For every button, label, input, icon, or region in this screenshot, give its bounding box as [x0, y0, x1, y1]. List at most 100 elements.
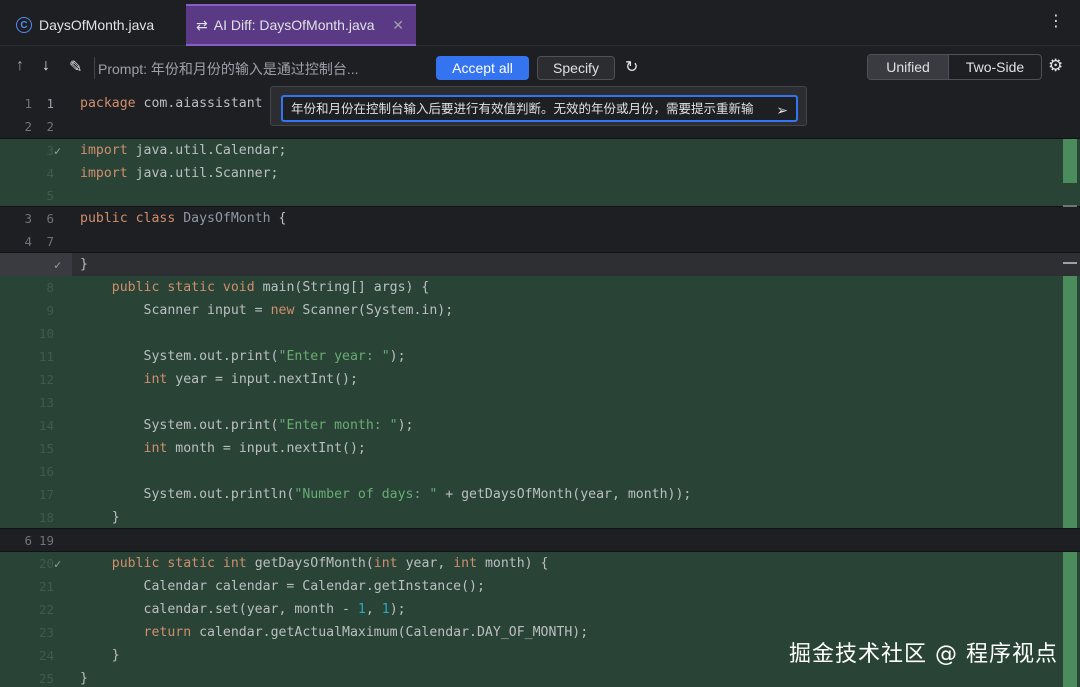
send-icon[interactable]: ➢ — [776, 100, 788, 120]
specify-prompt-input[interactable]: 年份和月份在控制台输入后要进行有效值判断。无效的年份或月份，需要提示重新输 ➢ — [281, 95, 798, 122]
edit-icon[interactable]: ✎ — [69, 57, 82, 77]
two-side-view-button[interactable]: Two-Side — [948, 55, 1041, 79]
old-line-number: 4 — [24, 234, 32, 249]
diff-editor[interactable]: 11 package com.aiassistant 22 3 ✓ import … — [0, 92, 1080, 687]
new-line-number: 14 — [38, 418, 54, 433]
new-line-number: 5 — [46, 188, 54, 203]
java-class-icon: C — [16, 17, 32, 33]
tab-ai-diff[interactable]: ⇄ AI Diff: DaysOfMonth.java ✕ — [186, 4, 416, 46]
specify-button[interactable]: Specify — [537, 56, 615, 80]
code-line-added: 13 — [0, 391, 1080, 414]
ai-diff-icon: ⇄ — [196, 16, 208, 33]
new-line-number: 18 — [38, 510, 54, 525]
code-line-added: 16 — [0, 460, 1080, 483]
watermark: 掘金技术社区 @ 程序视点 — [789, 642, 1058, 667]
prompt-text[interactable]: Prompt: 年份和月份的输入是通过控制台... — [98, 59, 359, 79]
code-text: import java.util.Calendar; — [80, 143, 287, 158]
code-text: import java.util.Scanner; — [80, 166, 279, 181]
tab-daysofmonth-java[interactable]: C DaysOfMonth.java — [8, 4, 184, 46]
new-line-number: 24 — [38, 648, 54, 663]
code-line-added: 15 int month = input.nextInt(); — [0, 437, 1080, 460]
accept-check-icon[interactable]: ✓ — [54, 557, 61, 571]
accept-check-icon[interactable]: ✓ — [54, 258, 61, 272]
gear-icon[interactable]: ⚙ — [1048, 56, 1063, 76]
more-options-icon[interactable]: ⋮ — [1048, 14, 1064, 30]
new-line-number: 19 — [38, 533, 54, 548]
code-text: System.out.print("Enter year: "); — [80, 349, 406, 364]
change-marker — [1063, 262, 1077, 264]
new-line-number: 10 — [38, 326, 54, 341]
new-line-number: 17 — [38, 487, 54, 502]
new-line-number: 8 — [46, 280, 54, 295]
new-line-number: 1 — [46, 96, 54, 111]
new-line-number: 11 — [38, 349, 54, 364]
code-line-added: 8 public static void main(String[] args)… — [0, 276, 1080, 299]
change-marker — [1063, 552, 1077, 687]
code-line-added: 17 System.out.println("Number of days: "… — [0, 483, 1080, 506]
new-line-number: 13 — [38, 395, 54, 410]
change-marker — [1063, 276, 1077, 528]
code-text: System.out.print("Enter month: "); — [80, 418, 414, 433]
code-text: package com.aiassistant — [80, 96, 263, 111]
unified-view-button[interactable]: Unified — [868, 55, 948, 79]
old-line-number: 1 — [24, 96, 32, 111]
code-line-added: 20 ✓ public static int getDaysOfMonth(int… — [0, 552, 1080, 575]
code-text: int month = input.nextInt(); — [143, 441, 366, 456]
code-line: 47 — [0, 230, 1080, 253]
new-line-number: 4 — [46, 166, 54, 181]
code-line-added: 21 Calendar calendar = Calendar.getInsta… — [0, 575, 1080, 598]
code-line-added: 25 } — [0, 667, 1080, 687]
old-line-number: 6 — [24, 533, 32, 548]
old-line-number: 3 — [24, 211, 32, 226]
specify-prompt-text: 年份和月份在控制台输入后要进行有效值判断。无效的年份或月份，需要提示重新输 — [291, 101, 754, 116]
new-line-number: 3 — [46, 143, 54, 158]
new-line-number: 9 — [46, 303, 54, 318]
code-line: 6 19 — [0, 529, 1080, 552]
code-line-added: 14 System.out.print("Enter month: "); — [0, 414, 1080, 437]
diff-toolbar: ↑ ↓ ✎ Prompt: 年份和月份的输入是通过控制台... Accept a… — [0, 47, 1080, 91]
code-line-removed: ✓ } — [0, 253, 1080, 276]
new-line-number: 16 — [38, 464, 54, 479]
code-text: public static void main(String[] args) { — [111, 280, 430, 295]
diff-view-toggle: Unified Two-Side — [867, 54, 1042, 80]
tab-label: DaysOfMonth.java — [39, 17, 155, 33]
accept-all-button[interactable]: Accept all — [436, 56, 529, 80]
code-text: public class DaysOfMonth { — [80, 211, 287, 226]
accept-check-icon[interactable]: ✓ — [54, 144, 61, 158]
old-line-number: 2 — [24, 119, 32, 134]
code-text: } — [80, 648, 120, 663]
code-line-added: 12 int year = input.nextInt(); — [0, 368, 1080, 391]
code-text: public static int getDaysOfMonth(int yea… — [111, 556, 549, 571]
code-line-added: 4 import java.util.Scanner; — [0, 162, 1080, 185]
change-marker — [1063, 139, 1077, 183]
code-line-added: 11 System.out.print("Enter year: "); — [0, 345, 1080, 368]
new-line-number: 12 — [38, 372, 54, 387]
new-line-number: 23 — [38, 625, 54, 640]
code-line-added: 18 } — [0, 506, 1080, 529]
specify-popup: 年份和月份在控制台输入后要进行有效值判断。无效的年份或月份，需要提示重新输 ➢ — [270, 86, 807, 126]
new-line-number: 2 — [46, 119, 54, 134]
code-line-added: 5 — [0, 185, 1080, 206]
code-line: 36 public class DaysOfMonth { — [0, 207, 1080, 230]
new-line-number: 22 — [38, 602, 54, 617]
next-change-icon[interactable]: ↓ — [42, 57, 50, 75]
code-text: System.out.println("Number of days: " + … — [80, 487, 692, 502]
toolbar-divider — [94, 57, 95, 79]
tab-bar: C DaysOfMonth.java ⇄ AI Diff: DaysOfMont… — [0, 0, 1080, 46]
code-text: Calendar calendar = Calendar.getInstance… — [80, 579, 485, 594]
close-icon[interactable]: ✕ — [392, 17, 404, 34]
code-text: } — [80, 257, 88, 272]
code-text: Scanner input = new Scanner(System.in); — [80, 303, 454, 318]
previous-change-icon[interactable]: ↑ — [16, 57, 24, 75]
code-line-added: 22 calendar.set(year, month - 1, 1); — [0, 598, 1080, 621]
regenerate-icon[interactable]: ↻ — [625, 57, 638, 77]
new-line-number: 7 — [46, 234, 54, 249]
tab-label: AI Diff: DaysOfMonth.java — [213, 17, 375, 33]
code-text: calendar.set(year, month - 1, 1); — [80, 602, 406, 617]
new-line-number: 15 — [38, 441, 54, 456]
code-text: int year = input.nextInt(); — [143, 372, 358, 387]
code-line-added: 10 — [0, 322, 1080, 345]
code-text: return calendar.getActualMaximum(Calenda… — [143, 625, 589, 640]
new-line-number: 25 — [38, 671, 54, 686]
new-line-number: 21 — [38, 579, 54, 594]
